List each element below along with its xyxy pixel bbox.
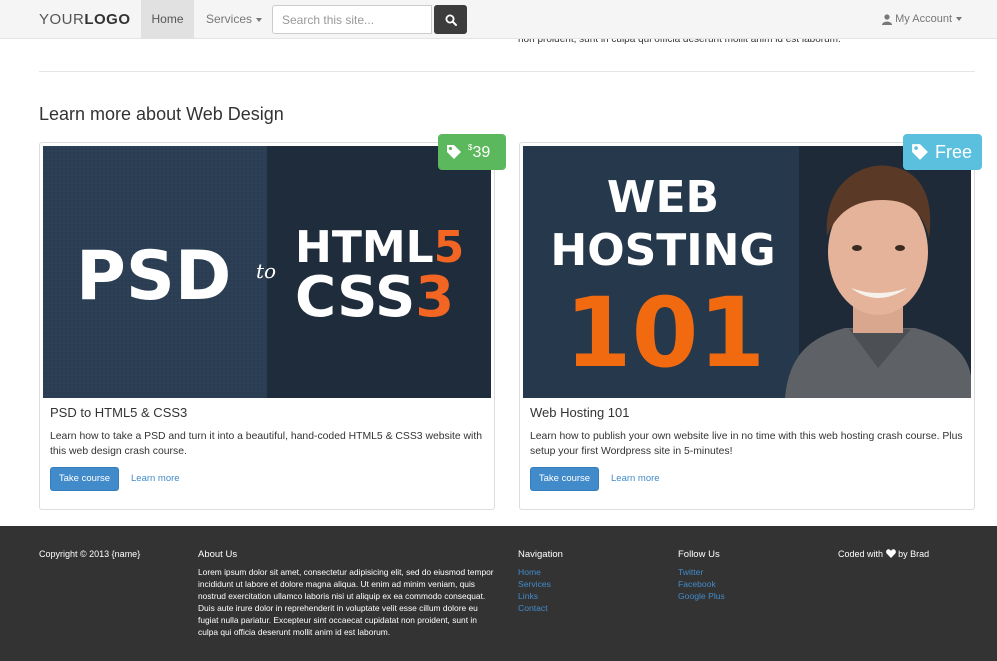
psd-to-html-banner: PSD to HTML5 CSS3 xyxy=(43,146,491,398)
footer-link-contact[interactable]: Contact xyxy=(518,602,563,614)
footer-link-services[interactable]: Services xyxy=(518,578,563,590)
take-course-button[interactable]: Take course xyxy=(50,467,119,491)
course-card: WEB HOSTING 101 Free Web Hosting 101 Lea… xyxy=(519,134,982,510)
banner-to-text: to xyxy=(256,259,276,283)
footer-link-facebook[interactable]: Facebook xyxy=(678,578,725,590)
chevron-down-icon xyxy=(956,17,962,22)
banner-css-text: CSS xyxy=(295,265,415,330)
banner-hosting-text: HOSTING xyxy=(550,225,775,276)
price-badge: $39 xyxy=(438,134,506,170)
user-icon xyxy=(882,13,893,25)
footer-credit: Coded with by Brad xyxy=(838,549,929,559)
web-hosting-banner: WEB HOSTING 101 xyxy=(523,146,971,398)
my-account-label: My Account xyxy=(895,13,952,25)
price-free-label: Free xyxy=(935,141,973,162)
take-course-button[interactable]: Take course xyxy=(530,467,599,491)
banner-101-text: 101 xyxy=(565,277,765,389)
search-input[interactable] xyxy=(272,5,432,34)
footer-navigation: Navigation Home Services Links Contact xyxy=(518,549,563,614)
footer-follow-heading: Follow Us xyxy=(678,549,720,560)
course-thumbnail[interactable]: PSD to HTML5 CSS3 xyxy=(43,146,491,398)
footer-about: About Us Lorem ipsum dolor sit amet, con… xyxy=(198,549,498,638)
footer-copyright: Copyright © 2013 {name} xyxy=(39,549,141,559)
chevron-down-icon xyxy=(256,17,263,22)
nav-services-label: Services xyxy=(206,12,253,26)
price-value: 39 xyxy=(472,143,491,161)
footer-about-text: Lorem ipsum dolor sit amet, consectetur … xyxy=(198,567,494,637)
section-divider xyxy=(39,71,975,72)
site-logo[interactable]: YOURLOGO xyxy=(39,11,131,28)
heart-icon xyxy=(885,549,896,558)
course-title[interactable]: PSD to HTML5 & CSS3 xyxy=(50,405,187,420)
price-badge: Free xyxy=(903,134,982,170)
footer-coded-prefix: Coded with xyxy=(838,549,884,559)
course-description: Learn how to take a PSD and turn it into… xyxy=(50,431,483,457)
footer-link-google-plus[interactable]: Google Plus xyxy=(678,590,725,602)
course-thumbnail[interactable]: WEB HOSTING 101 xyxy=(523,146,971,398)
top-navbar: YOURLOGO Home Services My Account xyxy=(0,0,997,39)
footer-coded-suffix: by Brad xyxy=(898,549,930,559)
footer-nav-heading: Navigation xyxy=(518,549,563,560)
footer-link-links[interactable]: Links xyxy=(518,590,563,602)
banner-psd-text: PSD xyxy=(76,237,231,316)
course-title[interactable]: Web Hosting 101 xyxy=(530,405,630,420)
nav-home-link[interactable]: Home xyxy=(141,0,194,39)
logo-light-text: YOUR xyxy=(39,11,85,28)
learn-more-link[interactable]: Learn more xyxy=(131,473,180,484)
tag-icon xyxy=(912,144,928,160)
section-title: Learn more about Web Design xyxy=(39,104,284,124)
footer-link-twitter[interactable]: Twitter xyxy=(678,566,725,578)
my-account-dropdown[interactable]: My Account xyxy=(882,0,962,39)
footer-about-heading: About Us xyxy=(198,549,238,560)
tag-icon xyxy=(447,145,461,159)
banner-web-text: WEB xyxy=(607,172,719,223)
site-footer: Copyright © 2013 {name} About Us Lorem i… xyxy=(0,526,997,661)
course-card: PSD to HTML5 CSS3 $39 PSD to HTML5 & CSS… xyxy=(39,134,506,510)
learn-more-link[interactable]: Learn more xyxy=(611,473,660,484)
footer-link-home[interactable]: Home xyxy=(518,566,563,578)
search-icon xyxy=(445,14,457,26)
footer-follow: Follow Us Twitter Facebook Google Plus xyxy=(678,549,725,602)
nav-services-dropdown[interactable]: Services xyxy=(206,0,263,39)
logo-bold-text: LOGO xyxy=(84,11,131,28)
svg-text:CSS3: CSS3 xyxy=(295,265,454,330)
banner-css-version: 3 xyxy=(415,265,454,330)
search-button[interactable] xyxy=(434,5,467,34)
course-description: Learn how to publish your own website li… xyxy=(530,431,963,457)
